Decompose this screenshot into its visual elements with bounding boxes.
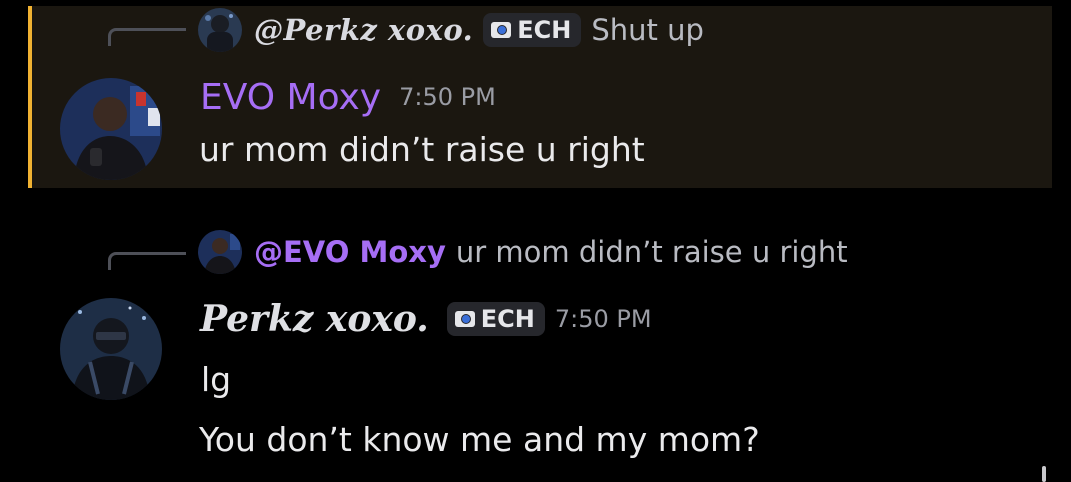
- message-content: ur mom didn’t raise u right: [199, 130, 645, 169]
- reply-author[interactable]: @EVO Moxy: [254, 235, 446, 269]
- message-header: Perkz xoxo. ECH 7:50 PM: [200, 296, 652, 342]
- reply-avatar-evo[interactable]: [198, 230, 242, 274]
- reply-spine: [108, 28, 186, 46]
- reply-text[interactable]: ur mom didn’t raise u right: [456, 235, 848, 269]
- message-content-line: lg: [201, 360, 232, 399]
- author-name[interactable]: Perkz xoxo.: [200, 298, 429, 340]
- guild-tag-icon: [491, 22, 512, 38]
- reply-spine: [108, 252, 186, 270]
- guild-tag[interactable]: ECH: [446, 302, 545, 336]
- reply-preview[interactable]: @Perkz xoxo. ECH Shut up: [198, 8, 704, 52]
- guild-tag-label: ECH: [480, 305, 535, 333]
- reply-author[interactable]: @Perkz xoxo.: [254, 13, 473, 47]
- avatar-perkz[interactable]: [60, 298, 162, 400]
- reply-preview[interactable]: @EVO Moxy ur mom didn’t raise u right: [198, 230, 848, 274]
- message-header: EVO Moxy 7:50 PM: [200, 74, 496, 120]
- scrollbar-thumb[interactable]: [1042, 466, 1046, 482]
- guild-tag-icon: [454, 311, 475, 327]
- message-content-line: You don’t know me and my mom?: [199, 420, 760, 459]
- author-name[interactable]: EVO Moxy: [200, 77, 381, 118]
- reply-text[interactable]: Shut up: [591, 13, 704, 47]
- guild-tag-label: ECH: [517, 16, 572, 44]
- guild-tag[interactable]: ECH: [483, 13, 582, 47]
- avatar-evo-moxy[interactable]: [60, 78, 162, 180]
- timestamp[interactable]: 7:50 PM: [555, 305, 652, 333]
- timestamp[interactable]: 7:50 PM: [399, 83, 496, 111]
- reply-avatar-perkz[interactable]: [198, 8, 242, 52]
